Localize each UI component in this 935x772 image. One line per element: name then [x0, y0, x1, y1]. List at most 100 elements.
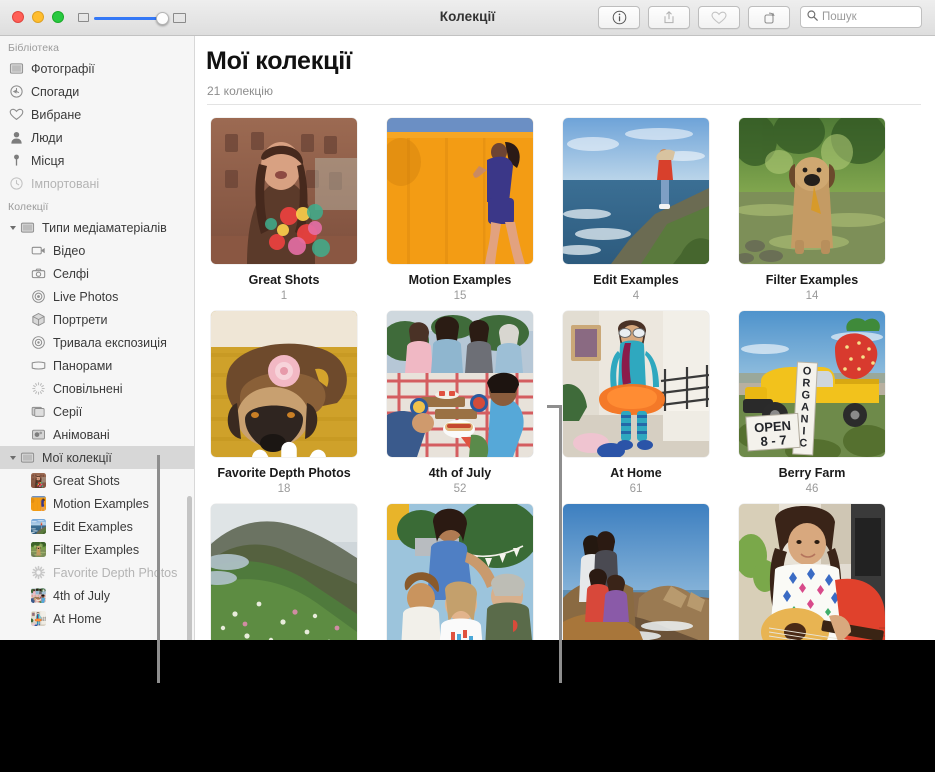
sidebar-item-great-shots[interactable]: Great Shots: [0, 469, 194, 492]
sidebar-section-header: Колекції: [0, 195, 194, 216]
long-exposure-icon: [31, 335, 46, 350]
sidebar-item-[interactable]: Відео: [0, 239, 194, 262]
thumbnail-image: O R G A N I C OPEN 8 - 7: [739, 311, 885, 457]
disclosure-triangle-icon[interactable]: [8, 455, 18, 461]
photos-icon: [8, 61, 25, 76]
album-cell[interactable]: [196, 504, 372, 640]
disclosure-triangle-icon[interactable]: [8, 225, 18, 231]
thumbnail-image: [31, 611, 46, 626]
search-field[interactable]: Пошук: [800, 6, 922, 28]
album-thumbnail[interactable]: [563, 118, 709, 264]
sidebar-item-[interactable]: Мої колекції: [0, 446, 194, 469]
sidebar-item-[interactable]: Місця: [0, 149, 194, 172]
sidebar-item-at-home[interactable]: At Home: [0, 607, 194, 630]
album-cell[interactable]: Motion Examples15: [372, 118, 548, 302]
svg-text:C: C: [799, 437, 808, 449]
sidebar-item-[interactable]: Селфі: [0, 262, 194, 285]
page-title: Мої колекції: [206, 47, 352, 76]
sidebar-item-favorite-depth-photos[interactable]: Favorite Depth Photos: [0, 561, 194, 584]
sidebar-item-label: Вибране: [31, 108, 81, 122]
sidebar-item-[interactable]: Спогади: [0, 80, 194, 103]
sidebar-item-[interactable]: Тривала експозиція: [0, 331, 194, 354]
sidebar-item-label: Filter Examples: [53, 543, 139, 557]
album-thumbnail[interactable]: [211, 504, 357, 640]
album-thumb-motion-examples-icon: [30, 496, 47, 511]
sidebar-item-label: Live Photos: [53, 290, 118, 304]
album-cell[interactable]: 4th of July52: [372, 311, 548, 495]
depth-gear-icon: [31, 565, 46, 580]
album-thumbnail[interactable]: [387, 311, 533, 457]
sidebar-item-[interactable]: Люди: [0, 126, 194, 149]
sidebar-item-4th-of-july[interactable]: 4th of July: [0, 584, 194, 607]
callout-line-album-grid: [559, 405, 562, 683]
heart-icon: [8, 107, 25, 122]
sidebar-item-[interactable]: Серії: [0, 400, 194, 423]
sidebar-scrollbar[interactable]: [187, 496, 192, 640]
sidebar-item-[interactable]: Анімовані: [0, 423, 194, 446]
share-button[interactable]: [648, 6, 690, 29]
memories-icon: [9, 84, 24, 99]
sidebar-item-[interactable]: Панорами: [0, 354, 194, 377]
share-arrow-icon: [662, 10, 676, 25]
sidebar-item-[interactable]: Портрети: [0, 308, 194, 331]
album-thumbnail[interactable]: [211, 118, 357, 264]
album-thumbnail[interactable]: [387, 118, 533, 264]
search-placeholder: Пошук: [822, 11, 857, 23]
folder-icon: [19, 450, 36, 465]
info-circle-icon: [612, 10, 627, 25]
live-photo-icon: [31, 289, 46, 304]
info-button[interactable]: [598, 6, 640, 29]
sidebar-item-filter-examples[interactable]: Filter Examples: [0, 538, 194, 561]
sidebar-item-[interactable]: Імпортовані: [0, 172, 194, 195]
sidebar-item-[interactable]: Фотографії: [0, 57, 194, 80]
album-thumbnail[interactable]: [563, 311, 709, 457]
album-cell[interactable]: Favorite Depth Photos18: [196, 311, 372, 495]
album-cell[interactable]: O R G A N I C OPEN 8 - 7 Berry Farm46: [724, 311, 900, 495]
album-title: Favorite Depth Photos: [217, 466, 350, 480]
album-cell[interactable]: [372, 504, 548, 640]
sidebar-item-[interactable]: Вибране: [0, 103, 194, 126]
depth-gear-icon: [30, 565, 47, 580]
favorite-button[interactable]: [698, 6, 740, 29]
album-thumbnail[interactable]: [387, 504, 533, 640]
album-count-label: 21 колекцію: [207, 84, 273, 98]
sidebar-item-label: Панорами: [53, 359, 112, 373]
sidebar[interactable]: БібліотекаФотографіїСпогади Вибране ЛюдиМі…: [0, 36, 195, 640]
album-item-count: 46: [806, 483, 819, 495]
album-item-count: 61: [630, 483, 643, 495]
divider: [207, 104, 921, 105]
album-cell[interactable]: Filter Examples14: [724, 118, 900, 302]
sidebar-item-label: Селфі: [53, 267, 89, 281]
svg-text:8 - 7: 8 - 7: [760, 432, 787, 449]
slomo-icon: [31, 381, 46, 396]
album-cell[interactable]: Edit Examples4: [548, 118, 724, 302]
album-title: Filter Examples: [766, 273, 858, 287]
sidebar-item-edit-examples[interactable]: Edit Examples: [0, 515, 194, 538]
sidebar-item-motion-examples[interactable]: Motion Examples: [0, 492, 194, 515]
thumbnail-image: [31, 588, 46, 603]
album-thumb-great-shots-icon: [30, 473, 47, 488]
album-thumbnail[interactable]: [211, 311, 357, 457]
sidebar-item-label: Типи медіаматеріалів: [42, 221, 167, 235]
album-cell[interactable]: At Home61: [548, 311, 724, 495]
album-thumbnail[interactable]: [739, 118, 885, 264]
clock-icon: [9, 176, 24, 191]
album-cell[interactable]: [724, 504, 900, 640]
sidebar-section-header: Бібліотека: [0, 36, 194, 57]
video-icon: [31, 243, 46, 258]
album-title: Great Shots: [249, 273, 320, 287]
album-cell[interactable]: [548, 504, 724, 640]
clock-icon: [8, 176, 25, 191]
slomo-icon: [30, 381, 47, 396]
album-thumbnail[interactable]: [739, 504, 885, 640]
sidebar-item-label: Edit Examples: [53, 520, 133, 534]
album-cell[interactable]: Great Shots1: [196, 118, 372, 302]
camera-icon: [31, 266, 46, 281]
album-thumbnail[interactable]: [563, 504, 709, 640]
sidebar-item-live-photos[interactable]: Live Photos: [0, 285, 194, 308]
sidebar-item-[interactable]: Типи медіаматеріалів: [0, 216, 194, 239]
album-thumbnail[interactable]: O R G A N I C OPEN 8 - 7: [739, 311, 885, 457]
rotate-button[interactable]: [748, 6, 790, 29]
person-icon: [9, 130, 24, 145]
sidebar-item-[interactable]: Сповільнені: [0, 377, 194, 400]
